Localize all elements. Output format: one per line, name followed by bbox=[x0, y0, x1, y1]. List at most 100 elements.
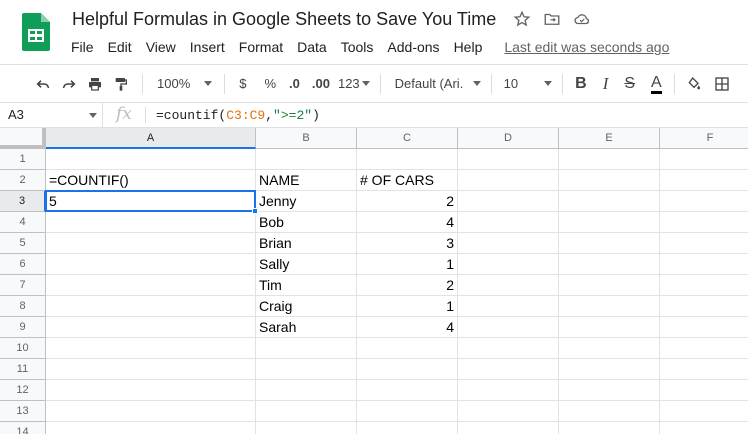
formula-input[interactable]: =countif(C3:C9,">=2") bbox=[156, 108, 320, 123]
increase-decimal-button[interactable]: .00 bbox=[312, 76, 330, 91]
column-header-b[interactable]: B bbox=[256, 128, 357, 149]
cell-b6[interactable]: Sally bbox=[256, 254, 357, 275]
last-edit-link[interactable]: Last edit was seconds ago bbox=[504, 38, 669, 56]
row-header-13[interactable]: 13 bbox=[0, 401, 46, 422]
cell-b8[interactable]: Craig bbox=[256, 296, 357, 317]
column-header-c[interactable]: C bbox=[357, 128, 458, 149]
cell-e12[interactable] bbox=[559, 380, 660, 401]
cell-d9[interactable] bbox=[458, 317, 559, 338]
cell-e6[interactable] bbox=[559, 254, 660, 275]
cell-d12[interactable] bbox=[458, 380, 559, 401]
row-header-6[interactable]: 6 bbox=[0, 254, 46, 275]
row-header-8[interactable]: 8 bbox=[0, 296, 46, 317]
row-header-7[interactable]: 7 bbox=[0, 275, 46, 296]
cell-e8[interactable] bbox=[559, 296, 660, 317]
cell-a10[interactable] bbox=[46, 338, 256, 359]
cell-c8[interactable]: 1 bbox=[357, 296, 458, 317]
menu-insert[interactable]: Insert bbox=[183, 38, 232, 56]
menu-edit[interactable]: Edit bbox=[101, 38, 139, 56]
cell-e2[interactable] bbox=[559, 170, 660, 191]
google-sheets-logo-icon[interactable] bbox=[22, 13, 50, 51]
fill-handle[interactable] bbox=[252, 208, 258, 214]
fill-color-icon[interactable] bbox=[685, 75, 703, 93]
cell-b10[interactable] bbox=[256, 338, 357, 359]
cell-a6[interactable] bbox=[46, 254, 256, 275]
cell-b2[interactable]: NAME bbox=[256, 170, 357, 191]
cell-e3[interactable] bbox=[559, 191, 660, 212]
cell-a14[interactable] bbox=[46, 422, 256, 434]
zoom-caret-icon[interactable] bbox=[204, 81, 213, 86]
column-header-d[interactable]: D bbox=[458, 128, 559, 149]
cell-a3[interactable]: 5 bbox=[46, 191, 256, 212]
undo-icon[interactable] bbox=[34, 75, 52, 93]
cell-c7[interactable]: 2 bbox=[357, 275, 458, 296]
cell-f1[interactable] bbox=[660, 149, 748, 170]
cell-a2[interactable]: =COUNTIF() bbox=[46, 170, 256, 191]
menu-format[interactable]: Format bbox=[232, 38, 290, 56]
cell-f13[interactable] bbox=[660, 401, 748, 422]
text-color-button[interactable]: A bbox=[651, 74, 662, 94]
zoom-select[interactable]: 100% bbox=[157, 76, 190, 91]
menu-view[interactable]: View bbox=[139, 38, 183, 56]
cell-d1[interactable] bbox=[458, 149, 559, 170]
cell-e1[interactable] bbox=[559, 149, 660, 170]
cell-e7[interactable] bbox=[559, 275, 660, 296]
cell-a12[interactable] bbox=[46, 380, 256, 401]
cell-d4[interactable] bbox=[458, 212, 559, 233]
row-header-12[interactable]: 12 bbox=[0, 380, 46, 401]
cell-d11[interactable] bbox=[458, 359, 559, 380]
cell-e4[interactable] bbox=[559, 212, 660, 233]
document-title[interactable]: Helpful Formulas in Google Sheets to Sav… bbox=[72, 9, 496, 30]
cell-c4[interactable]: 4 bbox=[357, 212, 458, 233]
more-formats-caret-icon[interactable] bbox=[361, 81, 370, 86]
cell-d14[interactable] bbox=[458, 422, 559, 434]
column-header-e[interactable]: E bbox=[559, 128, 660, 149]
cell-f14[interactable] bbox=[660, 422, 748, 434]
cell-f6[interactable] bbox=[660, 254, 748, 275]
cell-b4[interactable]: Bob bbox=[256, 212, 357, 233]
decrease-decimal-button[interactable]: .0 bbox=[289, 76, 300, 91]
cell-d5[interactable] bbox=[458, 233, 559, 254]
menu-addons[interactable]: Add-ons bbox=[380, 38, 446, 56]
menu-data[interactable]: Data bbox=[290, 38, 334, 56]
menu-help[interactable]: Help bbox=[447, 38, 490, 56]
row-header-2[interactable]: 2 bbox=[0, 170, 46, 191]
row-header-3[interactable]: 3 bbox=[0, 191, 46, 212]
row-header-14[interactable]: 14 bbox=[0, 422, 46, 434]
select-all-corner[interactable] bbox=[0, 128, 46, 149]
cell-f3[interactable] bbox=[660, 191, 748, 212]
cell-a7[interactable] bbox=[46, 275, 256, 296]
font-size-select[interactable]: 10 bbox=[504, 76, 518, 91]
cell-c12[interactable] bbox=[357, 380, 458, 401]
cell-f7[interactable] bbox=[660, 275, 748, 296]
row-header-4[interactable]: 4 bbox=[0, 212, 46, 233]
row-header-5[interactable]: 5 bbox=[0, 233, 46, 254]
cell-a8[interactable] bbox=[46, 296, 256, 317]
cell-b7[interactable]: Tim bbox=[256, 275, 357, 296]
cell-f4[interactable] bbox=[660, 212, 748, 233]
cell-b14[interactable] bbox=[256, 422, 357, 434]
cell-a1[interactable] bbox=[46, 149, 256, 170]
cell-e11[interactable] bbox=[559, 359, 660, 380]
cell-f2[interactable] bbox=[660, 170, 748, 191]
cell-c2[interactable]: # OF CARS bbox=[357, 170, 458, 191]
cell-e5[interactable] bbox=[559, 233, 660, 254]
font-family-select[interactable]: Default (Ari... bbox=[395, 76, 463, 91]
cell-c13[interactable] bbox=[357, 401, 458, 422]
cell-b1[interactable] bbox=[256, 149, 357, 170]
cell-e13[interactable] bbox=[559, 401, 660, 422]
cell-a4[interactable] bbox=[46, 212, 256, 233]
cell-d13[interactable] bbox=[458, 401, 559, 422]
cell-a11[interactable] bbox=[46, 359, 256, 380]
cloud-status-icon[interactable] bbox=[573, 10, 591, 28]
cell-f8[interactable] bbox=[660, 296, 748, 317]
cell-a13[interactable] bbox=[46, 401, 256, 422]
cell-d8[interactable] bbox=[458, 296, 559, 317]
cell-e9[interactable] bbox=[559, 317, 660, 338]
cell-b3[interactable]: Jenny bbox=[256, 191, 357, 212]
cell-f10[interactable] bbox=[660, 338, 748, 359]
cell-f11[interactable] bbox=[660, 359, 748, 380]
row-header-1[interactable]: 1 bbox=[0, 149, 46, 170]
cell-reference[interactable]: A3 bbox=[8, 107, 24, 122]
cell-b11[interactable] bbox=[256, 359, 357, 380]
